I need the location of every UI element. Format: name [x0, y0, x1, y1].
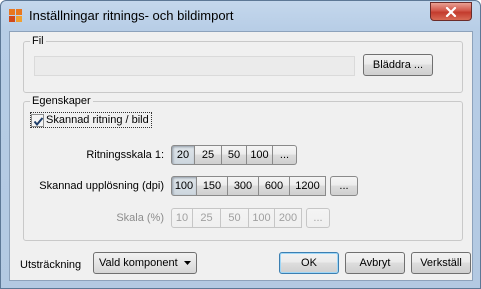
resolution-option-600[interactable]: 600 [259, 176, 290, 196]
cancel-button[interactable]: Avbryt [345, 252, 405, 274]
dialog-client-area: Fil Bläddra ... Egenskaper Skannad ritni… [9, 31, 473, 281]
scan-resolution-label: Skannad upplösning (dpi) [39, 180, 164, 192]
extent-dropdown-value: Vald komponent [99, 257, 178, 269]
ok-button[interactable]: OK [279, 252, 339, 274]
browse-button[interactable]: Bläddra ... [363, 54, 433, 76]
resolution-option-150[interactable]: 150 [197, 176, 228, 196]
scale-percent-label: Skala (%) [116, 212, 164, 224]
scanned-checkbox-row[interactable]: Skannad ritning / bild [30, 112, 152, 128]
drawing-scale-label: Ritningsskala 1: [86, 149, 164, 161]
title-bar[interactable]: Inställningar ritnings- och bildimport [1, 1, 480, 31]
apply-button[interactable]: Verkställ [411, 252, 471, 274]
scale-percent-option-100: 100 [249, 208, 275, 228]
extent-label: Utsträckning [20, 259, 82, 271]
extent-dropdown[interactable]: Vald komponent [93, 252, 197, 274]
scale-percent-option-50: 50 [221, 208, 249, 228]
resolution-more-button[interactable]: ... [330, 176, 358, 196]
properties-group: Egenskaper Skannad ritning / bild Ritnin… [23, 95, 463, 241]
scale-percent-option-25: 25 [193, 208, 221, 228]
drawing-scale-option-100[interactable]: 100 [247, 145, 273, 165]
scan-resolution-options: 100 150 300 600 1200 ... [171, 176, 358, 196]
close-button[interactable] [430, 2, 472, 21]
scanned-checkbox-label: Skannad ritning / bild [46, 114, 149, 126]
drawing-scale-option-25[interactable]: 25 [195, 145, 222, 165]
scale-percent-option-10: 10 [171, 208, 193, 228]
scanned-checkbox[interactable] [31, 113, 44, 127]
properties-group-legend: Egenskaper [30, 95, 93, 107]
resolution-option-1200[interactable]: 1200 [290, 176, 326, 196]
drawing-scale-option-20[interactable]: 20 [171, 145, 195, 165]
drawing-scale-option-50[interactable]: 50 [222, 145, 247, 165]
file-group-legend: Fil [30, 35, 46, 47]
drawing-scale-options: 20 25 50 100 ... [171, 145, 297, 165]
app-icon [9, 9, 23, 23]
close-icon [445, 6, 457, 17]
window-title: Inställningar ritnings- och bildimport [29, 8, 234, 23]
scale-percent-more-button: ... [306, 208, 330, 228]
resolution-option-100[interactable]: 100 [171, 176, 197, 196]
chevron-down-icon [184, 261, 191, 265]
scale-percent-option-200: 200 [275, 208, 302, 228]
resolution-option-300[interactable]: 300 [228, 176, 259, 196]
scale-percent-options: 10 25 50 100 200 ... [171, 208, 330, 228]
file-group: Fil Bläddra ... [23, 35, 463, 93]
file-path-field[interactable] [34, 56, 355, 76]
checkmark-icon [33, 116, 44, 126]
dialog-window: Inställningar ritnings- och bildimport F… [0, 0, 481, 289]
drawing-scale-more-button[interactable]: ... [273, 145, 297, 165]
